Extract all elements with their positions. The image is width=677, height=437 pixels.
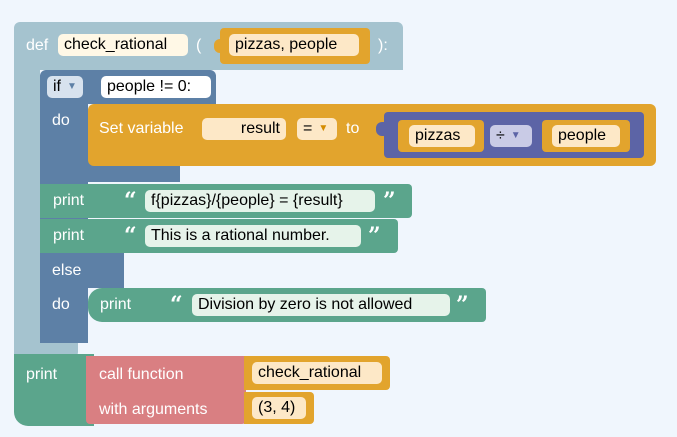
print-label-3: print <box>100 296 132 313</box>
quote-open-icon: “ <box>170 292 183 318</box>
quote-open-icon: “ <box>124 188 137 214</box>
assign-operator-dropdown[interactable]: = ▼ <box>297 118 337 140</box>
set-variable-label: Set variable <box>99 120 184 137</box>
quote-close-icon: ” <box>368 223 381 249</box>
variable-name-field[interactable]: result <box>202 118 286 140</box>
print-label-1: print <box>53 192 85 209</box>
if-block-bottom <box>40 322 88 342</box>
dropdown-arrow-icon: ▼ <box>67 81 77 92</box>
print-text-field-3[interactable]: Division by zero is not allowed <box>192 294 450 316</box>
else-label: else <box>52 262 82 279</box>
arguments-field[interactable]: (3, 4) <box>252 397 306 419</box>
params-field[interactable]: pizzas, people <box>229 34 359 56</box>
quote-close-icon: ” <box>383 188 396 214</box>
left-operand-field[interactable]: pizzas <box>409 125 475 147</box>
division-block-connector <box>376 122 386 136</box>
quote-open-icon: “ <box>124 223 137 249</box>
close-paren: ): <box>378 37 388 54</box>
if-dropdown[interactable]: if ▼ <box>47 76 83 98</box>
call-function-label: call function <box>99 366 184 383</box>
def-block-spine <box>14 60 40 355</box>
right-operand-field[interactable]: people <box>552 125 620 147</box>
dropdown-arrow-icon: ▼ <box>510 130 521 141</box>
call-function-name-field[interactable]: check_rational <box>252 362 382 384</box>
division-operator: ÷ <box>496 127 505 145</box>
outer-print-label: print <box>26 366 58 383</box>
quote-close-icon: ” <box>456 292 469 318</box>
open-paren: ( <box>196 37 202 54</box>
outer-print-block[interactable] <box>14 354 94 426</box>
else-do-label: do <box>52 296 70 313</box>
print-label-2: print <box>53 227 85 244</box>
if-do-label: do <box>52 112 70 129</box>
assign-operator: = <box>303 120 313 138</box>
function-name-field[interactable]: check_rational <box>58 34 188 56</box>
division-operator-dropdown[interactable]: ÷ ▼ <box>490 125 532 147</box>
if-condition-field[interactable]: people != 0: <box>101 76 211 98</box>
dropdown-arrow-icon: ▼ <box>318 123 329 134</box>
with-arguments-label: with arguments <box>99 401 208 418</box>
def-keyword: def <box>26 37 49 54</box>
if-keyword: if <box>53 78 61 96</box>
print-text-field-1[interactable]: f{pizzas}/{people} = {result} <box>145 190 375 212</box>
to-label: to <box>346 120 360 137</box>
print-text-field-2[interactable]: This is a rational number. <box>145 225 361 247</box>
params-block-connector <box>214 39 224 53</box>
